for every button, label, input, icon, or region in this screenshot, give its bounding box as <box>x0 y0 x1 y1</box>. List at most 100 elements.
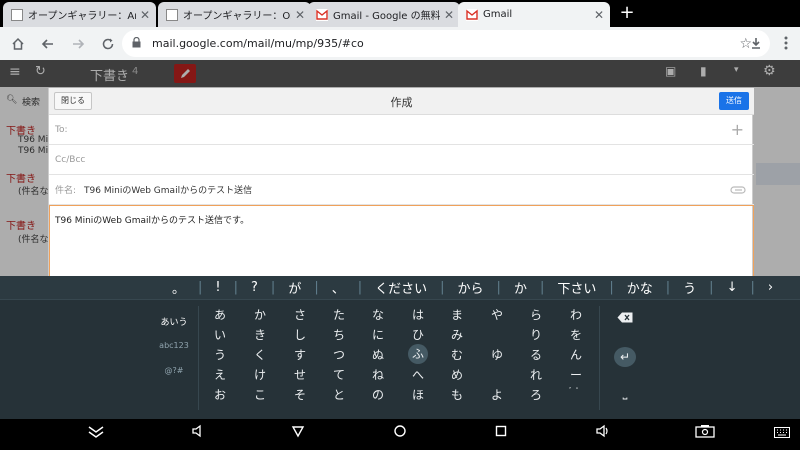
kana-key[interactable]: を <box>561 326 591 343</box>
kana-key[interactable]: こ <box>245 386 275 403</box>
candidate-item[interactable]: ! <box>215 280 220 295</box>
close-icon[interactable]: ✕ <box>594 8 604 22</box>
kana-key[interactable]: ひ <box>403 326 433 343</box>
space-icon[interactable]: ⎵ <box>614 386 636 401</box>
kana-key[interactable]: え <box>205 366 235 383</box>
download-icon[interactable] <box>741 28 771 58</box>
candidate-item[interactable]: › <box>768 280 773 295</box>
menu-kebab-icon[interactable] <box>771 28 800 58</box>
backspace-icon[interactable] <box>614 312 636 326</box>
kana-key-selected[interactable]: ふ <box>408 344 428 364</box>
kana-key[interactable]: ゆ <box>482 346 512 363</box>
candidate-item[interactable]: 下さい <box>557 278 596 297</box>
send-button[interactable]: 送信 <box>719 92 749 110</box>
candidate-item[interactable]: ください <box>375 278 427 297</box>
close-icon[interactable]: ✕ <box>140 8 150 22</box>
reload-icon[interactable] <box>93 29 123 59</box>
back-icon[interactable] <box>33 29 63 59</box>
kana-key[interactable]: や <box>482 306 512 323</box>
candidate-separator: | <box>440 280 445 295</box>
kana-key[interactable]: り <box>521 326 551 343</box>
kana-key[interactable]: は <box>403 306 433 323</box>
kana-key[interactable]: る <box>521 346 551 363</box>
kana-key[interactable]: し <box>285 326 315 343</box>
subject-field[interactable]: 件名: T96 MiniのWeb Gmailからのテスト送信 <box>49 175 754 205</box>
candidate-item[interactable]: かな <box>627 278 653 297</box>
kana-key[interactable]: お <box>205 386 235 403</box>
recents-nav-icon[interactable] <box>489 424 513 444</box>
home-icon[interactable] <box>3 29 33 59</box>
kana-key[interactable]: ね <box>363 366 393 383</box>
kana-key[interactable]: へ <box>403 366 433 383</box>
candidate-item[interactable]: 。 <box>172 278 185 297</box>
kana-key[interactable]: に <box>363 326 393 343</box>
tab-1[interactable]: オープンギャラリー：Andro ✕ <box>3 2 156 27</box>
kana-key[interactable]: と <box>324 386 354 403</box>
kana-key[interactable]: ま <box>442 306 472 323</box>
kana-key[interactable]: ぬ <box>363 346 393 363</box>
message-body[interactable]: T96 MiniのWeb Gmailからのテスト送信です。 <box>49 205 754 276</box>
kana-key[interactable]: み <box>442 326 472 343</box>
divider <box>198 306 199 410</box>
kana-key[interactable]: ゛゜ <box>561 386 591 396</box>
kana-key[interactable]: も <box>442 386 472 403</box>
add-recipient-icon[interactable]: + <box>731 120 744 139</box>
candidate-item[interactable]: から <box>458 278 484 297</box>
kana-key[interactable]: く <box>245 346 275 363</box>
kana-key[interactable]: あ <box>205 306 235 323</box>
forward-icon[interactable] <box>63 29 93 59</box>
kana-key[interactable]: む <box>442 346 472 363</box>
tab-3[interactable]: Gmail - Google の無料ストレ ✕ <box>308 2 460 27</box>
screenshot-icon[interactable] <box>692 424 718 444</box>
kana-key[interactable]: そ <box>285 386 315 403</box>
kana-key[interactable]: か <box>245 306 275 323</box>
kana-key[interactable]: ら <box>521 306 551 323</box>
kana-key[interactable]: ん <box>561 346 591 363</box>
kana-key[interactable]: ほ <box>403 386 433 403</box>
mode-hiragana[interactable]: あいう <box>150 315 198 328</box>
candidate-item[interactable]: ? <box>251 280 258 295</box>
close-icon[interactable]: ✕ <box>444 8 454 22</box>
tab-2[interactable]: オープンギャラリー：OS博物 ✕ <box>158 2 311 27</box>
kana-key[interactable]: う <box>205 346 235 363</box>
kana-key[interactable]: ろ <box>521 386 551 403</box>
home-nav-icon[interactable] <box>388 424 412 444</box>
candidate-item[interactable]: 、 <box>332 278 345 297</box>
kana-key[interactable]: よ <box>482 386 512 403</box>
candidate-item[interactable]: う <box>683 278 696 297</box>
enter-icon[interactable]: ↵ <box>614 347 636 367</box>
address-bar[interactable]: mail.google.com/mail/mu/mp/935/#co ☆ <box>122 30 770 57</box>
mode-alnum[interactable]: abc123 <box>150 341 198 350</box>
candidate-item[interactable]: が <box>288 278 301 297</box>
back-nav-icon[interactable] <box>286 424 310 444</box>
to-field[interactable]: To: + <box>49 115 754 145</box>
ccbcc-field[interactable]: Cc/Bcc <box>49 145 754 175</box>
kana-key[interactable]: き <box>245 326 275 343</box>
mode-symbol[interactable]: @?# <box>150 366 198 375</box>
new-tab-button[interactable]: + <box>617 3 637 23</box>
kana-key[interactable]: れ <box>521 366 551 383</box>
kana-key[interactable]: つ <box>324 346 354 363</box>
volume-down-icon[interactable] <box>186 424 210 444</box>
kana-key[interactable]: わ <box>561 306 591 323</box>
kana-key[interactable]: た <box>324 306 354 323</box>
kana-key[interactable]: す <box>285 346 315 363</box>
volume-up-icon[interactable] <box>591 424 615 444</box>
kana-key[interactable]: な <box>363 306 393 323</box>
attachment-icon[interactable] <box>730 183 746 197</box>
kana-key[interactable]: け <box>245 366 275 383</box>
kana-key[interactable]: さ <box>285 306 315 323</box>
candidate-item[interactable]: ↓ <box>727 280 738 295</box>
kana-key[interactable]: の <box>363 386 393 403</box>
kana-key[interactable]: め <box>442 366 472 383</box>
close-icon[interactable]: ✕ <box>295 8 305 22</box>
candidate-item[interactable]: か <box>514 278 527 297</box>
kana-key[interactable]: ー <box>561 366 591 383</box>
kana-key[interactable]: せ <box>285 366 315 383</box>
tab-4-active[interactable]: Gmail ✕ <box>458 2 610 27</box>
hide-keyboard-icon[interactable] <box>84 424 108 444</box>
kana-key[interactable]: い <box>205 326 235 343</box>
kana-key[interactable]: ち <box>324 326 354 343</box>
keyboard-switch-icon[interactable] <box>770 424 794 444</box>
kana-key[interactable]: て <box>324 366 354 383</box>
